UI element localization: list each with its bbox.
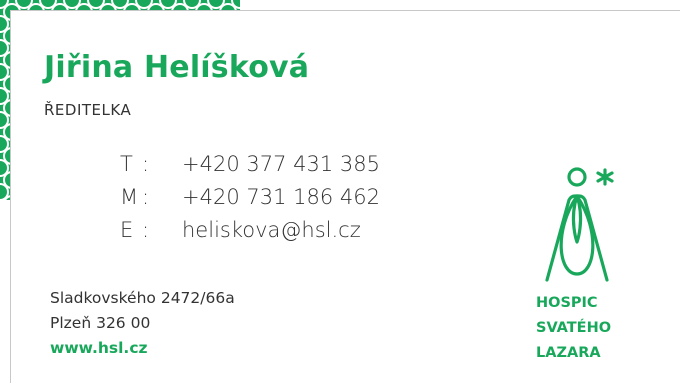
mobile-value[interactable]: +420 731 186 462 <box>182 181 380 213</box>
contact-key: M <box>120 185 139 209</box>
logo-line-3: LAZARA <box>536 345 601 361</box>
logo-line-1: HOSPIC <box>536 295 598 311</box>
contact-separator: : <box>142 218 150 242</box>
contact-separator: : <box>142 152 150 176</box>
person-name: Jiřina Helíšková <box>44 50 310 85</box>
address-city: Plzeň 326 00 <box>50 314 151 332</box>
address-street: Sladkovského 2472/66a <box>50 289 235 307</box>
hospic-logo-text: HOSPIC SVATÉHO LAZARA <box>536 291 611 366</box>
contact-key: E <box>120 218 134 242</box>
contact-email: E : heliskova@hsl.cz <box>120 214 380 247</box>
contact-phone: T : +420 377 431 385 <box>120 148 380 181</box>
email-value[interactable]: heliskova@hsl.cz <box>182 214 361 246</box>
website-link[interactable]: www.hsl.cz <box>50 336 235 361</box>
person-role: ŘEDITELKA <box>44 101 132 119</box>
logo-line-2: SVATÉHO <box>536 320 612 336</box>
contact-key: T <box>120 152 133 176</box>
phone-value[interactable]: +420 377 431 385 <box>182 148 380 180</box>
contact-separator: : <box>142 185 150 209</box>
contact-list: T : +420 377 431 385 M : +420 731 186 46… <box>120 148 380 247</box>
angel-figure-icon <box>545 167 614 282</box>
contact-mobile: M : +420 731 186 462 <box>120 181 380 214</box>
address-block: Sladkovského 2472/66a Plzeň 326 00 www.h… <box>50 286 235 361</box>
